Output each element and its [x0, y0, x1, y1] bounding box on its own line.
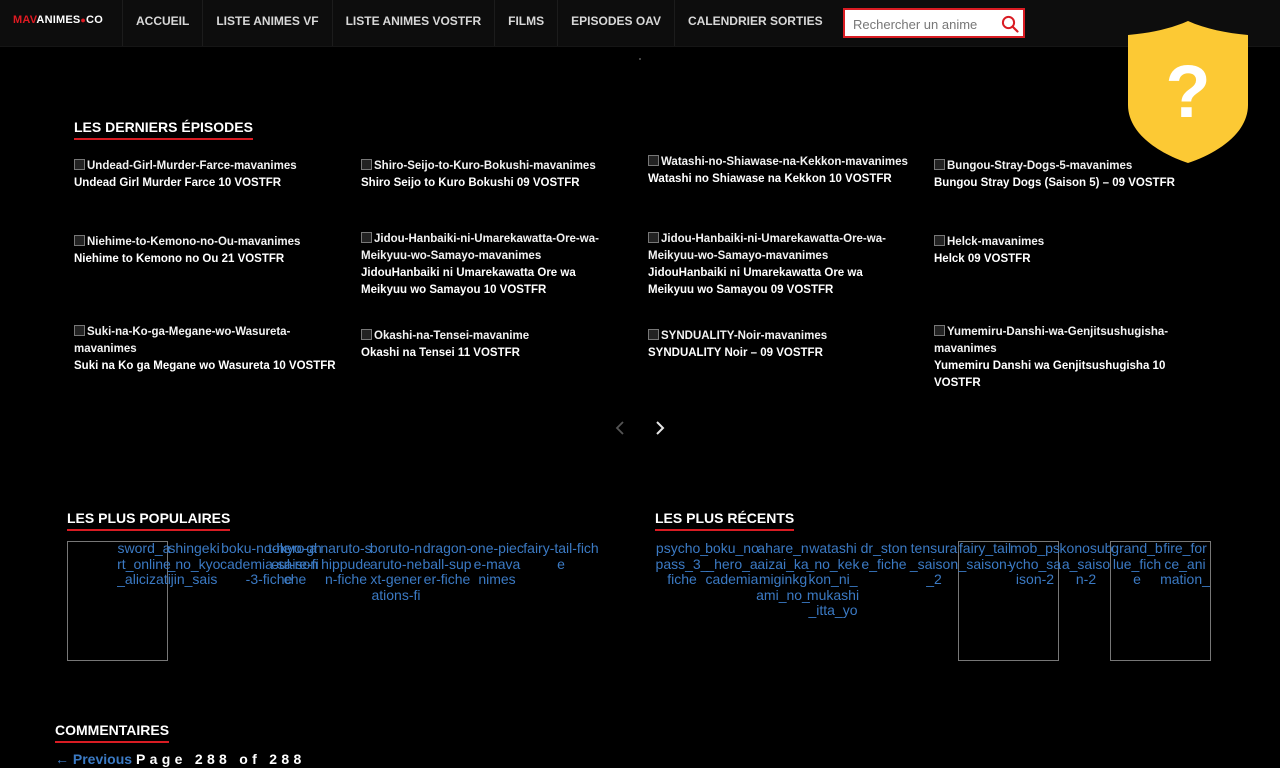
recent-thumb[interactable]: dr_stone_fiche	[857, 541, 911, 589]
episode-title: Watashi no Shiawase na Kekkon 10 VOSTFR	[648, 173, 892, 185]
episode-card[interactable]: SYNDUALITY-Noir-mavanimes SYNDUALITY Noi…	[648, 328, 918, 362]
nav-films[interactable]: FILMS	[494, 0, 557, 46]
episode-card[interactable]: Yumemiru-Danshi-wa-Genjitsushugisha-mava…	[934, 324, 1196, 392]
episode-card[interactable]: Jidou-Hanbaiki-ni-Umarekawatta-Ore-wa-Me…	[361, 231, 623, 299]
chevron-right-icon	[656, 421, 665, 435]
episode-image-alt: Watashi-no-Shiawase-na-Kekkon-mavanimes	[648, 154, 910, 171]
logo-part-animes: ANIMES	[36, 14, 81, 26]
recent-thumb[interactable]: psycho_pass_3_fiche	[655, 541, 709, 589]
loading-dot	[639, 58, 641, 60]
popular-thumb[interactable]: sword_art_online_alicization_fiche	[117, 541, 171, 589]
episode-card[interactable]: Bungou-Stray-Dogs-5-mavanimes Bungou Str…	[934, 158, 1204, 192]
previous-page-link[interactable]: ← Previous	[55, 751, 132, 767]
recent-thumb[interactable]: watashi_no_kekkon_ni_mukashi_itta_yo_ne_…	[806, 541, 860, 621]
episode-title: JidouHanbaiki ni Umarekawatta Ore wa Mei…	[648, 267, 863, 296]
episode-title: SYNDUALITY Noir – 09 VOSTFR	[648, 347, 823, 359]
episode-card[interactable]: Helck-mavanimes Helck 09 VOSTFR	[934, 234, 1204, 268]
popular-thumb[interactable]: naruto-shippuden-fiche	[319, 541, 373, 589]
comments-heading: COMMENTAIRES	[55, 722, 170, 743]
episode-title: Bungou Stray Dogs (Saison 5) – 09 VOSTFR	[934, 177, 1175, 189]
episode-title: Suki na Ko ga Megane wo Wasureta 10 VOST…	[74, 360, 336, 372]
episode-image-alt: Jidou-Hanbaiki-ni-Umarekawatta-Ore-wa-Me…	[361, 231, 623, 265]
episode-image-alt: Bungou-Stray-Dogs-5-mavanimes	[934, 158, 1204, 175]
popular-thumb[interactable]: tokyo-ghoul-re-fiche	[268, 541, 322, 589]
search-box	[843, 8, 1025, 38]
episode-title: Yumemiru Danshi wa Genjitsushugisha 10 V…	[934, 360, 1166, 389]
episode-card[interactable]: Niehime-to-Kemono-no-Ou-mavanimes Niehim…	[74, 234, 344, 268]
latest-episodes-heading: LES DERNIERS ÉPISODES	[74, 119, 253, 140]
episode-title: Helck 09 VOSTFR	[934, 253, 1031, 265]
episode-title: Okashi na Tensei 11 VOSTFR	[361, 347, 520, 359]
episode-card[interactable]: Shiro-Seijo-to-Kuro-Bokushi-mavanimes Sh…	[361, 158, 631, 192]
recent-thumb[interactable]: fairy_tail_saison-2	[958, 541, 1012, 573]
episode-title: Niehime to Kemono no Ou 21 VOSTFR	[74, 253, 285, 265]
search-icon	[1001, 15, 1019, 33]
nav-accueil[interactable]: ACCUEIL	[122, 0, 202, 46]
popular-thumb[interactable]: shingeki_no_kyojin_saison_3	[167, 541, 221, 589]
episode-image-alt: Helck-mavanimes	[934, 234, 1204, 251]
episode-image-alt: SYNDUALITY-Noir-mavanimes	[648, 328, 918, 345]
episode-card[interactable]: Okashi-na-Tensei-mavanime Okashi na Tens…	[361, 328, 631, 362]
episode-image-alt: Yumemiru-Danshi-wa-Genjitsushugisha-mava…	[934, 324, 1196, 358]
privacy-shield-badge[interactable]: ?	[1126, 19, 1250, 165]
recent-thumb[interactable]: fire_force_animation_saison-2	[1160, 541, 1210, 589]
recent-thumb[interactable]: grand_blue_fiche	[1110, 541, 1164, 589]
episode-image-alt: Undead-Girl-Murder-Farce-mavanimes	[74, 158, 344, 175]
recent-heading: LES PLUS RÉCENTS	[655, 510, 795, 531]
recent-thumb[interactable]: boku_no_hero_academia_4_fiche	[705, 541, 759, 589]
nav-calendrier-sorties[interactable]: CALENDRIER SORTIES	[673, 0, 836, 46]
popular-thumb[interactable]: boruto-naruto-next-generations-fiche	[369, 541, 423, 605]
search-input[interactable]	[851, 14, 995, 34]
top-navbar: MAVANIMES●CO ACCUEIL LISTE ANIMES VF LIS…	[0, 0, 1280, 47]
recent-thumb[interactable]: tensura_saison_2	[907, 541, 961, 589]
episode-card[interactable]: Undead-Girl-Murder-Farce-mavanimes Undea…	[74, 158, 344, 192]
episode-image-alt: Suki-na-Ko-ga-Megane-wo-Wasureta-mavanim…	[74, 324, 336, 358]
main-nav: ACCUEIL LISTE ANIMES VF LISTE ANIMES VOS…	[122, 0, 836, 46]
episode-card[interactable]: Watashi-no-Shiawase-na-Kekkon-mavanimes …	[648, 154, 910, 188]
episode-card[interactable]: Suki-na-Ko-ga-Megane-wo-Wasureta-mavanim…	[74, 324, 336, 375]
recent-thumb[interactable]: konosuba_saison-2	[1059, 541, 1113, 605]
episode-image-alt: Niehime-to-Kemono-no-Ou-mavanimes	[74, 234, 344, 251]
nav-liste-animes-vf[interactable]: LISTE ANIMES VF	[202, 0, 331, 46]
chevron-left-icon	[615, 421, 624, 435]
logo-part-mav: MAV	[13, 14, 37, 26]
carousel-prev-button[interactable]	[611, 419, 629, 437]
popular-thumb[interactable]: one-piece-mavanimes	[470, 541, 524, 589]
episode-title: Undead Girl Murder Farce 10 VOSTFR	[74, 177, 282, 189]
recent-thumb[interactable]: mob_psycho_saison-2	[1008, 541, 1062, 589]
nav-episodes-oav[interactable]: EPISODES OAV	[557, 0, 674, 46]
logo-part-co: CO	[86, 14, 103, 26]
carousel-next-button[interactable]	[651, 419, 669, 437]
search-button[interactable]	[999, 13, 1021, 35]
episode-card[interactable]: Jidou-Hanbaiki-ni-Umarekawatta-Ore-wa-Me…	[648, 231, 910, 299]
popular-thumb[interactable]: dragon-ball-super-fiche	[420, 541, 474, 589]
episode-image-alt: Okashi-na-Tensei-mavanime	[361, 328, 631, 345]
popular-heading: LES PLUS POPULAIRES	[67, 510, 231, 531]
popular-thumb[interactable]: fairy-tail-fiche	[521, 541, 601, 589]
episode-image-alt: Jidou-Hanbaiki-ni-Umarekawatta-Ore-wa-Me…	[648, 231, 910, 265]
recent-thumb[interactable]: ahare_naizai_kamiginkgami_no_in_fiche	[756, 541, 810, 605]
episode-title: JidouHanbaiki ni Umarekawatta Ore wa Mei…	[361, 267, 576, 296]
episode-image-alt: Shiro-Seijo-to-Kuro-Bokushi-mavanimes	[361, 158, 631, 175]
shield-glyph: ?	[1165, 50, 1210, 133]
episode-title: Shiro Seijo to Kuro Bokushi 09 VOSTFR	[361, 177, 580, 189]
page-indicator: Page 288 of 288	[136, 751, 306, 767]
nav-liste-animes-vostfr[interactable]: LISTE ANIMES VOSTFR	[331, 0, 495, 46]
shield-question-icon: ?	[1128, 21, 1248, 163]
site-logo[interactable]: MAVANIMES●CO	[13, 14, 103, 26]
